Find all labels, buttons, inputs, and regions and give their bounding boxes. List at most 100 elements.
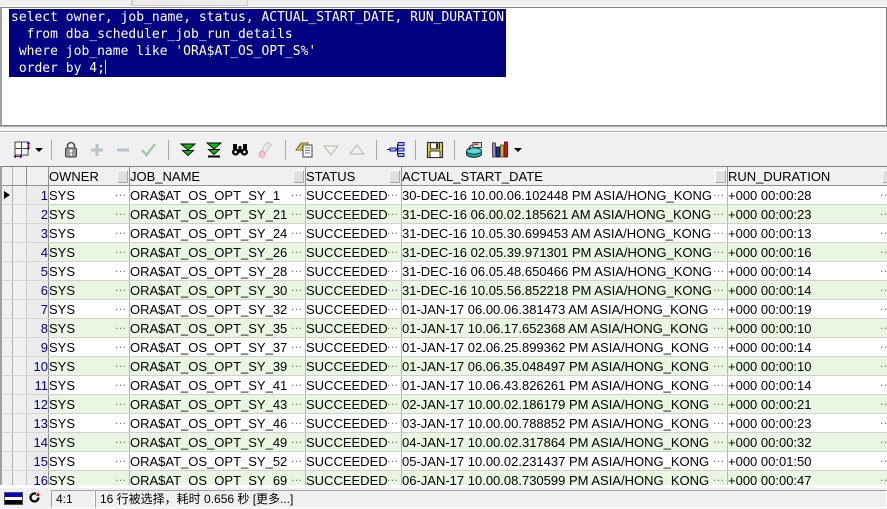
cell-expand-icon[interactable]: … (712, 414, 725, 430)
row-selector[interactable] (12, 356, 27, 376)
cell-job-name[interactable]: ORA$AT_OS_OPT_SY_21… (129, 204, 306, 224)
table-row[interactable]: 12 SYS… ORA$AT_OS_OPT_SY_43… SUCCEEDED… 02-J… (2, 394, 887, 414)
cell-owner[interactable]: SYS… (48, 470, 130, 485)
cell-status[interactable]: SUCCEEDED… (305, 356, 402, 376)
cell-expand-icon[interactable]: … (290, 395, 303, 411)
fit-columns-icon[interactable] (8, 137, 34, 163)
cell-owner[interactable]: SYS… (48, 413, 130, 433)
cell-actual-start-date[interactable]: 01-JAN-17 06.06.35.048497 PM ASIA/HONG_K… (401, 356, 728, 376)
cell-expand-icon[interactable]: … (712, 262, 725, 278)
binoculars-icon[interactable] (227, 137, 253, 163)
row-selector[interactable] (12, 242, 27, 262)
cell-expand-icon[interactable]: … (114, 186, 127, 202)
cell-expand-icon[interactable]: … (879, 262, 887, 278)
cell-actual-start-date[interactable]: 01-JAN-17 02.06.25.899362 PM ASIA/HONG_K… (401, 337, 728, 357)
cell-expand-icon[interactable]: … (386, 357, 399, 373)
cell-status[interactable]: SUCCEEDED… (305, 337, 402, 357)
cell-status[interactable]: SUCCEEDED… (305, 280, 402, 300)
cell-owner[interactable]: SYS… (48, 261, 130, 281)
cell-status[interactable]: SUCCEEDED… (305, 299, 402, 319)
cell-job-name[interactable]: ORA$AT_OS_OPT_SY_52… (129, 451, 306, 471)
table-row[interactable]: 8 SYS… ORA$AT_OS_OPT_SY_35… SUCCEEDED… 01-JA… (2, 318, 887, 338)
pane-splitter[interactable] (0, 126, 887, 132)
cell-owner[interactable]: SYS… (48, 375, 130, 395)
column-resize-grip[interactable] (117, 170, 128, 183)
cell-run-duration[interactable]: +000 00:00:23… (727, 413, 887, 433)
cell-expand-icon[interactable]: … (712, 281, 725, 297)
cell-expand-icon[interactable]: … (290, 414, 303, 430)
cell-owner[interactable]: SYS… (48, 451, 130, 471)
cell-expand-icon[interactable]: … (386, 395, 399, 411)
row-selector[interactable] (12, 318, 27, 338)
cell-expand-icon[interactable]: … (114, 414, 127, 430)
row-selector[interactable] (12, 375, 27, 395)
cell-job-name[interactable]: ORA$AT_OS_OPT_SY_41… (129, 375, 306, 395)
cell-status[interactable]: SUCCEEDED… (305, 470, 402, 485)
cell-expand-icon[interactable]: … (712, 357, 725, 373)
cell-job-name[interactable]: ORA$AT_OS_OPT_SY_43… (129, 394, 306, 414)
cell-expand-icon[interactable]: … (290, 471, 303, 485)
cell-expand-icon[interactable]: … (712, 376, 725, 392)
column-resize-grip[interactable] (715, 170, 726, 183)
cell-run-duration[interactable]: +000 00:00:14… (727, 375, 887, 395)
cell-expand-icon[interactable]: … (114, 452, 127, 468)
cell-expand-icon[interactable]: … (879, 414, 887, 430)
cell-expand-icon[interactable]: … (290, 357, 303, 373)
column-header-actual-start-date[interactable]: ACTUAL_START_DATE (401, 167, 728, 186)
cell-expand-icon[interactable]: … (712, 319, 725, 335)
cell-owner[interactable]: SYS… (48, 432, 130, 452)
cell-job-name[interactable]: ORA$AT_OS_OPT_SY_32… (129, 299, 306, 319)
cell-run-duration[interactable]: +000 00:00:16… (727, 242, 887, 262)
cell-expand-icon[interactable]: … (386, 262, 399, 278)
cell-status[interactable]: SUCCEEDED… (305, 204, 402, 224)
cell-expand-icon[interactable]: … (712, 243, 725, 259)
database-export-icon[interactable] (461, 137, 487, 163)
cell-expand-icon[interactable]: … (290, 452, 303, 468)
cell-owner[interactable]: SYS… (48, 185, 130, 205)
cell-expand-icon[interactable]: … (386, 281, 399, 297)
cell-status[interactable]: SUCCEEDED… (305, 394, 402, 414)
cell-actual-start-date[interactable]: 01-JAN-17 10.06.17.652368 AM ASIA/HONG_K… (401, 318, 728, 338)
cell-expand-icon[interactable]: … (879, 338, 887, 354)
cell-expand-icon[interactable]: … (879, 471, 887, 485)
cell-expand-icon[interactable]: … (879, 376, 887, 392)
cell-status[interactable]: SUCCEEDED… (305, 185, 402, 205)
results-grid[interactable]: OWNER JOB_NAME STATUS ACTUAL_START_DATE … (0, 166, 887, 485)
cell-expand-icon[interactable]: … (879, 319, 887, 335)
row-selector[interactable] (12, 470, 27, 485)
cell-job-name[interactable]: ORA$AT_OS_OPT_SY_1… (129, 185, 306, 205)
sql-line[interactable]: where job_name like 'ORA$AT_OS_OPT_S%' (9, 43, 507, 60)
cell-expand-icon[interactable]: … (114, 471, 127, 485)
cell-expand-icon[interactable]: … (290, 186, 303, 202)
cell-actual-start-date[interactable]: 01-JAN-17 10.06.43.826261 PM ASIA/HONG_K… (401, 375, 728, 395)
cell-expand-icon[interactable]: … (290, 376, 303, 392)
cell-status[interactable]: SUCCEEDED… (305, 451, 402, 471)
sql-line[interactable]: select owner, job_name, status, ACTUAL_S… (9, 9, 507, 26)
cell-status[interactable]: SUCCEEDED… (305, 375, 402, 395)
sql-text-selection[interactable]: select owner, job_name, status, ACTUAL_S… (9, 9, 507, 77)
fit-columns-dropdown[interactable] (34, 137, 45, 163)
cell-job-name[interactable]: ORA$AT_OS_OPT_SY_26… (129, 242, 306, 262)
row-selector[interactable] (12, 337, 27, 357)
cell-expand-icon[interactable]: … (712, 433, 725, 449)
cell-run-duration[interactable]: +000 00:00:14… (727, 280, 887, 300)
table-row[interactable]: 16 SYS… ORA$AT_OS_OPT_SY_69… SUCCEEDED… 06-J… (2, 470, 887, 485)
cell-expand-icon[interactable]: … (386, 452, 399, 468)
cell-job-name[interactable]: ORA$AT_OS_OPT_SY_69… (129, 470, 306, 485)
cell-expand-icon[interactable]: … (879, 357, 887, 373)
cell-expand-icon[interactable]: … (114, 300, 127, 316)
row-selector[interactable] (12, 451, 27, 471)
cell-expand-icon[interactable]: … (114, 319, 127, 335)
cell-status[interactable]: SUCCEEDED… (305, 318, 402, 338)
row-selector[interactable] (12, 394, 27, 414)
cell-expand-icon[interactable]: … (386, 224, 399, 240)
cell-actual-start-date[interactable]: 31-DEC-16 02.05.39.971301 PM ASIA/HONG_K… (401, 242, 728, 262)
cell-expand-icon[interactable]: … (290, 300, 303, 316)
cell-owner[interactable]: SYS… (48, 337, 130, 357)
cell-expand-icon[interactable]: … (879, 186, 887, 202)
cell-run-duration[interactable]: +000 00:00:10… (727, 356, 887, 376)
cell-actual-start-date[interactable]: 03-JAN-17 10.00.00.788852 PM ASIA/HONG_K… (401, 413, 728, 433)
cell-expand-icon[interactable]: … (879, 243, 887, 259)
table-row[interactable]: 10 SYS… ORA$AT_OS_OPT_SY_39… SUCCEEDED… 01-J… (2, 356, 887, 376)
cell-expand-icon[interactable]: … (879, 281, 887, 297)
